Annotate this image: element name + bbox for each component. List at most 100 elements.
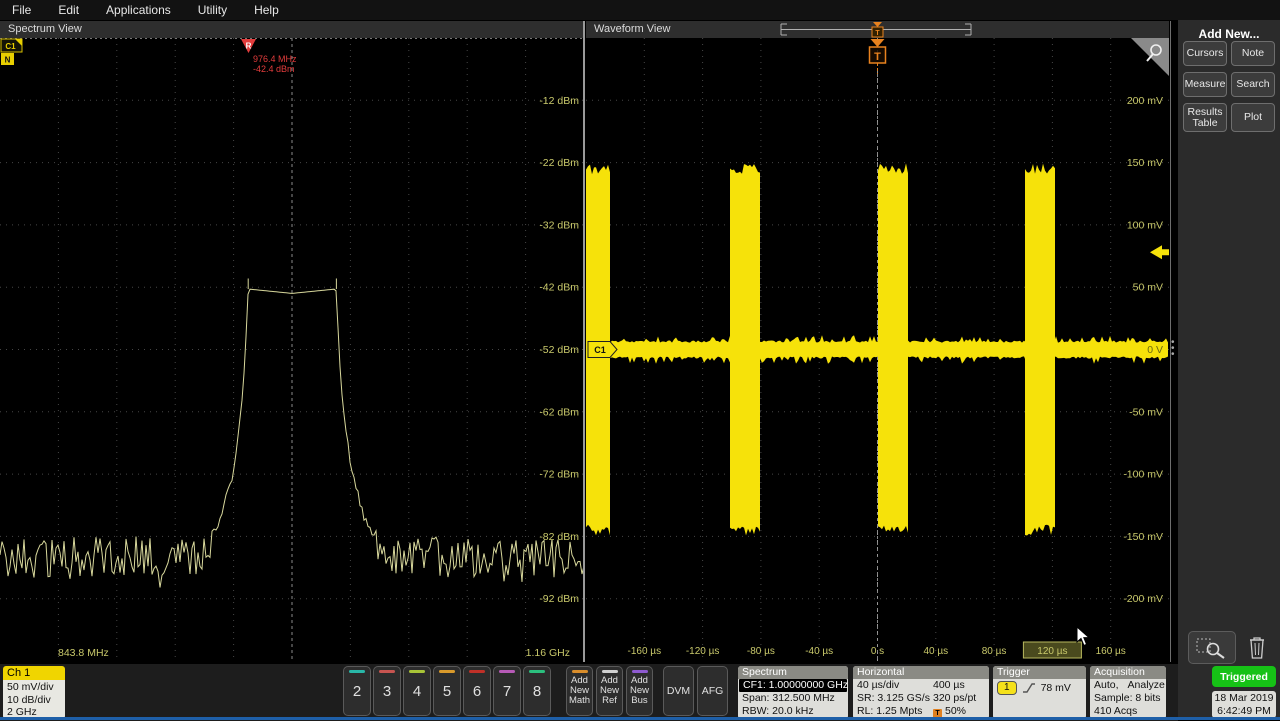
channel-color-stripe	[349, 670, 365, 673]
waveform-x-label: 40 µs	[923, 646, 948, 657]
menu-applications[interactable]: Applications	[106, 3, 171, 17]
waveform-y-label: 50 mV	[1133, 282, 1163, 294]
channel-number: 4	[413, 683, 421, 700]
waveform-y-label: 200 mV	[1127, 95, 1163, 107]
marker-frequency: 976.4 MHz	[253, 54, 297, 64]
trash-button[interactable]	[1244, 631, 1270, 662]
search-button[interactable]: Search	[1231, 72, 1275, 97]
rising-edge-icon	[1022, 682, 1036, 694]
waveform-x-label: 120 µs	[1037, 646, 1067, 657]
note-button[interactable]: Note	[1231, 41, 1275, 66]
add-new-ref-button[interactable]: AddNewRef	[596, 666, 623, 716]
spectrum-view-panel: Spectrum View -12 dBm-22 dBm-32 dBm-42 d…	[0, 21, 584, 662]
horizontal-position-slider[interactable]: T	[586, 21, 1169, 38]
measure-button[interactable]: Measure	[1183, 72, 1227, 97]
waveform-x-label: -120 µs	[686, 646, 720, 657]
channel-number: 2	[353, 683, 361, 700]
channel-1-label: Ch 1	[3, 666, 65, 680]
date-text: 18 Mar 2019	[1212, 692, 1276, 705]
add-color-stripe	[602, 670, 618, 673]
channel-number: 8	[533, 683, 541, 700]
spectrum-y-label: -92 dBm	[539, 593, 579, 605]
spectrum-y-label: -72 dBm	[539, 469, 579, 481]
acquisition-mode2: Analyze	[1128, 679, 1165, 692]
horizontal-scale: 40 µs/div	[857, 679, 933, 692]
afg-button[interactable]: AFG	[697, 666, 728, 716]
channel-2-button[interactable]: 2	[343, 666, 371, 716]
horizontal-badge-title: Horizontal	[853, 666, 989, 679]
channel-4-button[interactable]: 4	[403, 666, 431, 716]
spectrum-settings-badge[interactable]: Spectrum CF1: 1.00000000 GHz Span: 312.5…	[738, 666, 848, 719]
trigger-source-badge: 1	[997, 681, 1017, 695]
zoom-box-button[interactable]	[1188, 631, 1236, 664]
add-new-math-button[interactable]: AddNewMath	[566, 666, 593, 716]
acquisition-sample: Sample: 8 bits	[1090, 692, 1166, 705]
spectrum-y-label: -82 dBm	[539, 531, 579, 543]
reference-marker[interactable]: R976.4 MHz-42.4 dBm	[241, 39, 297, 74]
channel-7-button[interactable]: 7	[493, 666, 521, 716]
trigger-position-marker[interactable]: T	[870, 39, 886, 74]
horizontal-settings-badge[interactable]: Horizontal 40 µs/div 400 µs SR: 3.125 GS…	[853, 666, 989, 719]
channel-number: 7	[503, 683, 511, 700]
add-new-bus-button[interactable]: AddNewBus	[626, 666, 653, 716]
menu-help[interactable]: Help	[254, 3, 279, 17]
channel-number: 6	[473, 683, 481, 700]
waveform-y-label: 100 mV	[1127, 219, 1163, 231]
waveform-y-label: -200 mV	[1123, 593, 1163, 605]
spectrum-graticule[interactable]: -12 dBm-22 dBm-32 dBm-42 dBm-52 dBm-62 d…	[0, 38, 584, 662]
waveform-x-label: -160 µs	[628, 646, 662, 657]
waveform-x-label: -40 µs	[805, 646, 833, 657]
cursors-button[interactable]: Cursors	[1183, 41, 1227, 66]
dvm-button[interactable]: DVM	[663, 666, 694, 716]
menu-edit[interactable]: Edit	[58, 3, 79, 17]
add-new-sidebar: Add New... CursorsNoteMeasureSearchResul…	[1178, 20, 1280, 720]
spectrum-channel-badge[interactable]: C1 N	[1, 39, 22, 65]
waveform-x-label: -80 µs	[747, 646, 775, 657]
panel-divider	[583, 21, 585, 662]
waveform-channel-badge[interactable]: C1	[588, 342, 617, 358]
spectrum-view-header: Spectrum View	[0, 21, 584, 38]
trigger-badge-title: Trigger	[993, 666, 1086, 679]
channel-8-button[interactable]: 8	[523, 666, 551, 716]
channel-color-stripe	[409, 670, 425, 673]
acquisition-settings-badge[interactable]: Acquisition Auto, Analyze Sample: 8 bits…	[1090, 666, 1166, 719]
trash-icon	[1247, 634, 1267, 660]
results-table-button[interactable]: Results Table	[1183, 103, 1227, 132]
trigger-level-value: 78 mV	[1041, 682, 1071, 694]
trigger-settings-badge[interactable]: Trigger 1 78 mV	[993, 666, 1086, 719]
acquisition-mode: Auto,	[1094, 679, 1119, 692]
svg-text:T: T	[875, 30, 880, 37]
span-value: Span: 312.500 MHz	[738, 692, 848, 705]
plot-button[interactable]: Plot	[1231, 103, 1275, 132]
start-frequency-label: 843.8 MHz	[58, 647, 109, 659]
spectrum-y-label: -52 dBm	[539, 344, 579, 356]
add-label: AddNewRef	[600, 676, 619, 706]
waveform-y-label: -100 mV	[1123, 469, 1163, 481]
channel-6-button[interactable]: 6	[463, 666, 491, 716]
waveform-burst	[878, 163, 908, 532]
menu-utility[interactable]: Utility	[198, 3, 227, 17]
zoom-box-icon	[1195, 637, 1229, 659]
graticule-zoom-corner[interactable]	[1131, 38, 1169, 76]
channel-5-button[interactable]: 5	[433, 666, 461, 716]
channel-1-badge[interactable]: Ch 1 50 mV/div 10 dB/div 2 GHz	[3, 666, 65, 719]
waveform-y-label: -150 mV	[1123, 531, 1163, 543]
waveform-x-label: 0 s	[871, 646, 884, 657]
panel-resize-handle[interactable]: •••	[1171, 340, 1177, 358]
waveform-x-label: 160 µs	[1096, 646, 1126, 657]
menu-file[interactable]: File	[12, 3, 31, 17]
settings-bar: Ch 1 50 mV/div 10 dB/div 2 GHz 234 5 6 7 8 A…	[0, 663, 1178, 721]
svg-text:C1: C1	[594, 345, 606, 355]
trigger-level-arrow[interactable]	[1150, 245, 1169, 259]
channel-number: 5	[443, 683, 451, 700]
svg-text:N: N	[5, 56, 11, 65]
channel-3-button[interactable]: 3	[373, 666, 401, 716]
mouse-cursor	[1076, 626, 1092, 648]
svg-text:C1: C1	[5, 42, 16, 51]
spectrum-y-label: -22 dBm	[539, 157, 579, 169]
waveform-graticule[interactable]: 200 mV150 mV100 mV50 mV0 V-50 mV-100 mV-…	[586, 38, 1169, 662]
center-frequency-value[interactable]: CF1: 1.00000000 GHz	[739, 679, 847, 692]
menu-bar: File Edit Applications Utility Help	[0, 0, 1280, 20]
svg-text:R: R	[246, 42, 252, 51]
add-color-stripe	[632, 670, 648, 673]
